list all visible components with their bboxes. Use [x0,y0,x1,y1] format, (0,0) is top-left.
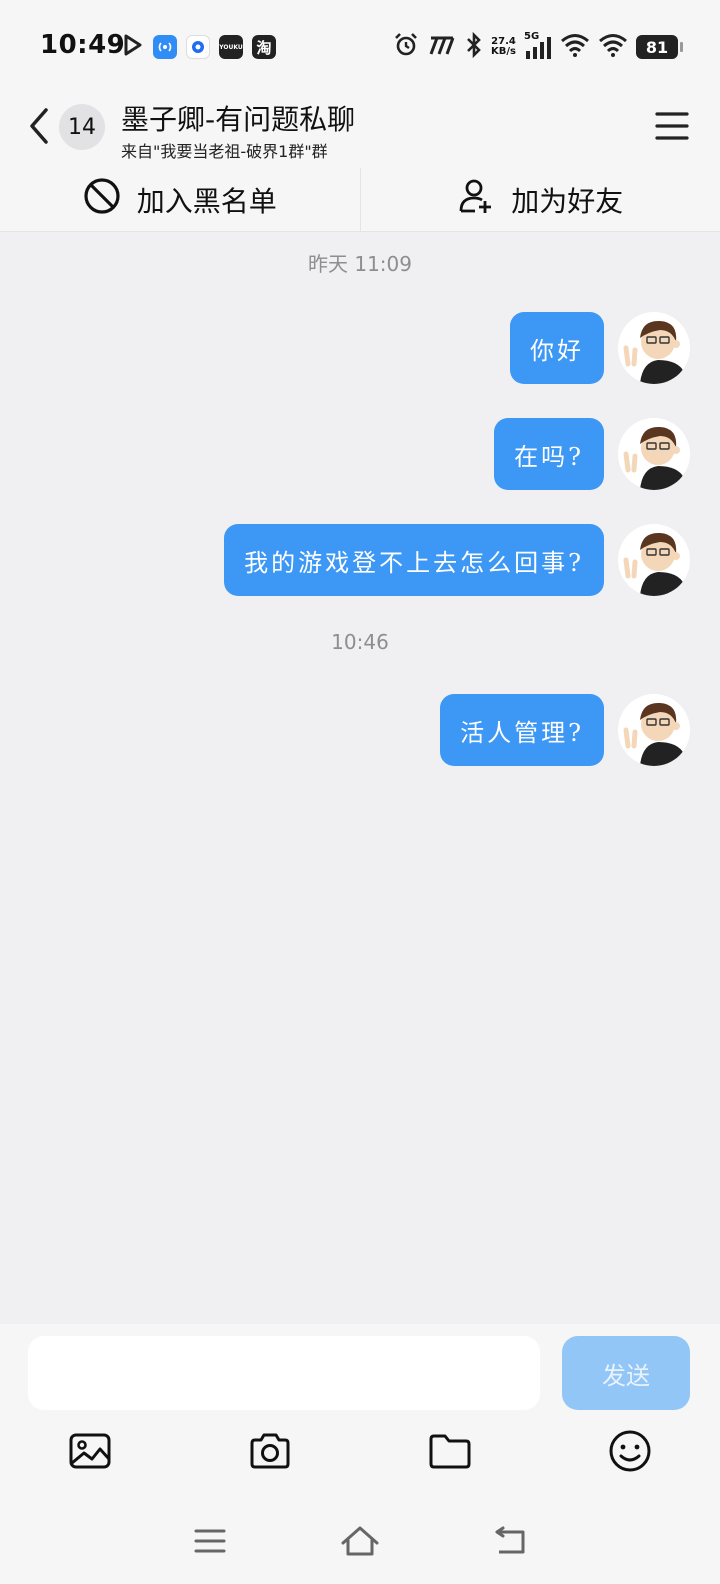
browser-app-icon [186,35,210,59]
hamburger-menu-icon [654,112,690,146]
add-friend-label: 加为好友 [511,184,624,218]
emoji-button[interactable] [606,1429,654,1477]
back-button[interactable] [22,104,58,148]
image-button[interactable] [66,1429,114,1477]
home-button[interactable] [340,1523,380,1563]
folder-icon [428,1431,472,1475]
message-bubble[interactable]: 你好 [510,312,604,384]
message-bubble[interactable]: 我的游戏登不上去怎么回事? [224,524,604,596]
notification-icons: YOUKU 淘 [120,33,276,61]
system-nav-bar [0,1516,720,1570]
send-button[interactable]: 发送 [562,1336,690,1410]
message-timestamp: 10:46 [331,630,389,654]
block-icon [83,177,121,222]
status-bar: 10:49 YOUKU 淘 27.4 KB/s 5G 81 [0,0,720,94]
message-timestamp: 昨天 11:09 [308,252,412,276]
add-to-blacklist-button[interactable]: 加入黑名单 [0,168,361,231]
return-icon [493,1526,527,1560]
hotspot-app-icon [153,35,177,59]
avatar[interactable] [618,312,690,384]
mm-app-icon [427,34,457,60]
avatar[interactable] [618,418,690,490]
cellular-signal-icon: 5G [524,31,552,59]
chevron-left-icon [22,108,58,152]
chat-header: 14 墨子卿-有问题私聊 来自"我要当老祖-破界1群"群 [0,94,720,168]
youku-app-icon: YOUKU [219,35,243,59]
toolbar [0,1428,720,1478]
avatar[interactable] [618,524,690,596]
home-icon [340,1525,380,1561]
folder-button[interactable] [426,1429,474,1477]
add-user-icon [457,177,495,222]
chat-subtitle: 来自"我要当老祖-破界1群"群 [121,142,328,161]
message-row: 我的游戏登不上去怎么回事? [224,524,690,596]
back-nav-button[interactable] [490,1523,530,1563]
status-time: 10:49 [40,30,126,60]
network-speed: 27.4 KB/s [491,36,516,57]
message-row: 活人管理? [440,694,690,766]
add-friend-button[interactable]: 加为好友 [361,168,720,231]
menu-lines-icon [194,1528,226,1558]
message-row: 在吗? [494,418,690,490]
system-icons: 27.4 KB/s 5G 81 [393,31,683,62]
unread-count-badge[interactable]: 14 [59,104,105,150]
wifi-icon [560,33,590,61]
battery-icon: 81 [636,35,683,59]
message-input[interactable] [28,1336,540,1410]
play-icon [120,33,144,61]
input-area: 发送 [0,1324,720,1584]
message-bubble[interactable]: 在吗? [494,418,604,490]
add-to-blacklist-label: 加入黑名单 [136,184,277,218]
alarm-icon [393,32,419,62]
emoji-icon [608,1429,652,1477]
wifi-icon [598,33,628,61]
chat-title: 墨子卿-有问题私聊 [121,103,356,136]
action-bar: 加入黑名单 加为好友 [0,168,720,232]
message-bubble[interactable]: 活人管理? [440,694,604,766]
camera-button[interactable] [246,1429,294,1477]
message-row: 你好 [510,312,690,384]
bluetooth-icon [465,31,483,62]
menu-button[interactable] [654,110,690,142]
avatar[interactable] [618,694,690,766]
image-icon [68,1431,112,1475]
recent-apps-button[interactable] [190,1523,230,1563]
camera-icon [248,1431,292,1475]
taobao-app-icon: 淘 [252,35,276,59]
